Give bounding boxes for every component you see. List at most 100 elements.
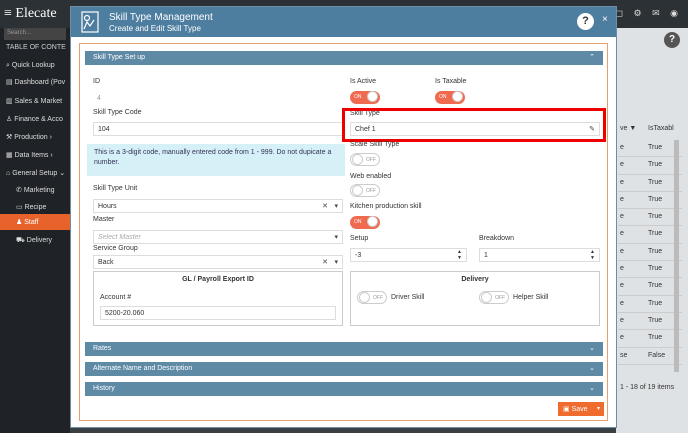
chevron-down-icon: ⌄	[589, 365, 595, 372]
chevron-up-icon: ⌃	[589, 54, 595, 61]
id-label: ID	[93, 78, 100, 85]
production-icon: ⚒	[6, 134, 13, 141]
staff-icon: ♟	[16, 219, 23, 226]
dashboard-icon: ▤	[6, 79, 13, 86]
clear-icon[interactable]: ✕	[322, 202, 328, 210]
chevron-down-icon[interactable]: ▾	[334, 233, 338, 241]
table-row[interactable]: e True	[618, 278, 682, 296]
skill-type-unit-label: Skill Type Unit	[93, 185, 138, 192]
sales-icon: ▥	[6, 98, 13, 105]
table-row[interactable]: e True	[618, 226, 682, 244]
is-active-label: Is Active	[350, 78, 377, 85]
recipe-icon: ▭	[16, 204, 23, 211]
skill-type-highlight	[342, 108, 606, 142]
section-header-alternate[interactable]: Alternate Name and Description ⌄	[85, 362, 603, 376]
master-label: Master	[93, 216, 115, 223]
chevron-down-icon[interactable]: ▾	[334, 202, 338, 210]
grid-pager-info: 1 - 18 of 19 items	[620, 384, 675, 391]
modal-header: Skill Type Management Create and Edit Sk…	[71, 7, 616, 37]
scale-skill-type-toggle[interactable]: OFF	[350, 153, 380, 166]
grid-header-taxable[interactable]: IsTaxabl	[648, 125, 674, 132]
skill-type-code-label: Skill Type Code	[93, 109, 142, 116]
table-row[interactable]: e True	[618, 244, 682, 262]
scale-skill-type-label: Scale Skill Type	[350, 141, 400, 148]
grid-body: e True e True e True e True e True e True e Tru…	[618, 140, 682, 365]
spinner-icon[interactable]: ▲ ▼	[590, 249, 595, 261]
modal-subtitle: Create and Edit Skill Type	[109, 24, 201, 33]
gl-export-title: GL / Payroll Export ID	[182, 276, 254, 283]
table-row[interactable]: e True	[618, 261, 682, 279]
chevron-down-icon: ⌄	[589, 385, 595, 392]
topbar-icons[interactable]: ◻ ⚙ ✉ ◉	[616, 8, 682, 19]
finance-icon: ♙	[6, 116, 13, 123]
kitchen-production-toggle[interactable]: ON	[350, 216, 380, 229]
setup-label: Setup	[350, 235, 369, 242]
service-group-select[interactable]: Back ✕ ▾	[93, 255, 343, 269]
sidebar-item-quick-lookup[interactable]: ⌕ Quick Lookup	[0, 58, 70, 74]
setup-input[interactable]: -3 ▲ ▼	[350, 248, 467, 262]
table-row[interactable]: e True	[618, 313, 682, 331]
sidebar-item-data-items[interactable]: ▦ Data Items ›	[0, 147, 70, 163]
gl-export-box: GL / Payroll Export ID Account # 5200-20…	[93, 271, 343, 326]
sidebar-search-input[interactable]: Search...	[4, 28, 66, 40]
master-select[interactable]: Select Master ▾	[93, 230, 343, 244]
sidebar-item-general-setup[interactable]: ⌂ General Setup ⌄	[0, 165, 70, 181]
app-logo: ≡ Elecate	[4, 6, 57, 21]
table-row[interactable]: e True	[618, 296, 682, 313]
close-icon[interactable]: ×	[602, 14, 608, 25]
section-header-history[interactable]: History ⌄	[85, 382, 603, 396]
menu-icon[interactable]: ≡	[4, 6, 15, 21]
skill-type-unit-select[interactable]: Hours ✕ ▾	[93, 199, 343, 213]
driver-skill-label: Driver Skill	[391, 294, 425, 301]
sidebar-item-production[interactable]: ⚒ Production ›	[0, 129, 70, 145]
account-input[interactable]: 5200-20.060	[100, 306, 336, 320]
table-row[interactable]: e True	[618, 175, 682, 192]
section-header-setup[interactable]: Skill Type Set up ⌃	[85, 51, 603, 65]
helper-skill-label: Helper Skill	[513, 294, 549, 301]
is-taxable-toggle[interactable]: ON	[435, 91, 465, 104]
home-icon: ⌂	[6, 170, 11, 177]
delivery-box: Delivery OFF Driver Skill OFF Helper Ski…	[350, 271, 600, 326]
breakdown-input[interactable]: 1 ▲ ▼	[479, 248, 600, 262]
help-icon[interactable]: ?	[577, 13, 594, 30]
modal-title: Skill Type Management	[109, 12, 213, 23]
grid-scrollbar[interactable]	[674, 140, 679, 372]
megaphone-icon: ✆	[16, 187, 22, 194]
sidebar-item-dashboard[interactable]: ▤ Dashboard (Pov	[0, 74, 70, 90]
skill-type-code-input[interactable]: 104	[93, 122, 343, 136]
grid-header: ve ▼ IsTaxabl	[618, 122, 682, 136]
chef-icon	[81, 11, 99, 33]
table-row[interactable]: se False	[618, 348, 682, 365]
spinner-icon[interactable]: ▲ ▼	[457, 249, 462, 261]
web-enabled-toggle[interactable]: OFF	[350, 184, 380, 197]
code-info-box: This is a 3-digit code, manually entered…	[87, 144, 345, 176]
table-row[interactable]: e True	[618, 192, 682, 210]
chevron-down-icon[interactable]: ▾	[597, 405, 600, 412]
grid-header-active[interactable]: ve ▼	[620, 125, 636, 132]
kitchen-production-label: Kitchen production skill	[350, 203, 422, 210]
table-row[interactable]: e True	[618, 330, 682, 348]
table-row[interactable]: e True	[618, 209, 682, 227]
clear-icon[interactable]: ✕	[322, 258, 328, 266]
service-group-label: Service Group	[93, 245, 138, 252]
sidebar-item-recipe[interactable]: ▭ Recipe	[0, 199, 70, 215]
save-button[interactable]: ▣ Save ▾	[558, 402, 604, 416]
sidebar-item-finance[interactable]: ♙ Finance & Acco	[0, 111, 70, 127]
table-row[interactable]: e True	[618, 157, 682, 175]
section-header-rates[interactable]: Rates ⌄	[85, 342, 603, 356]
data-items-icon: ▦	[6, 152, 13, 159]
page-help-icon[interactable]: ?	[664, 32, 680, 48]
save-icon: ▣	[563, 406, 570, 413]
toc-label: TABLE OF CONTE	[6, 44, 66, 51]
table-row[interactable]: e True	[618, 140, 682, 158]
sidebar-item-delivery[interactable]: ⛟ Delivery	[0, 232, 70, 248]
driver-skill-toggle[interactable]: OFF	[357, 291, 387, 304]
helper-skill-toggle[interactable]: OFF	[479, 291, 509, 304]
sidebar-item-sales[interactable]: ▥ Sales & Market	[0, 93, 70, 109]
truck-icon: ⛟	[16, 237, 25, 244]
chevron-down-icon[interactable]: ▾	[334, 258, 338, 266]
is-active-toggle[interactable]: ON	[350, 91, 380, 104]
id-value: 4	[97, 95, 101, 102]
sidebar-item-marketing[interactable]: ✆ Marketing	[0, 182, 70, 198]
sidebar-item-staff[interactable]: ♟ Staff	[0, 214, 70, 230]
